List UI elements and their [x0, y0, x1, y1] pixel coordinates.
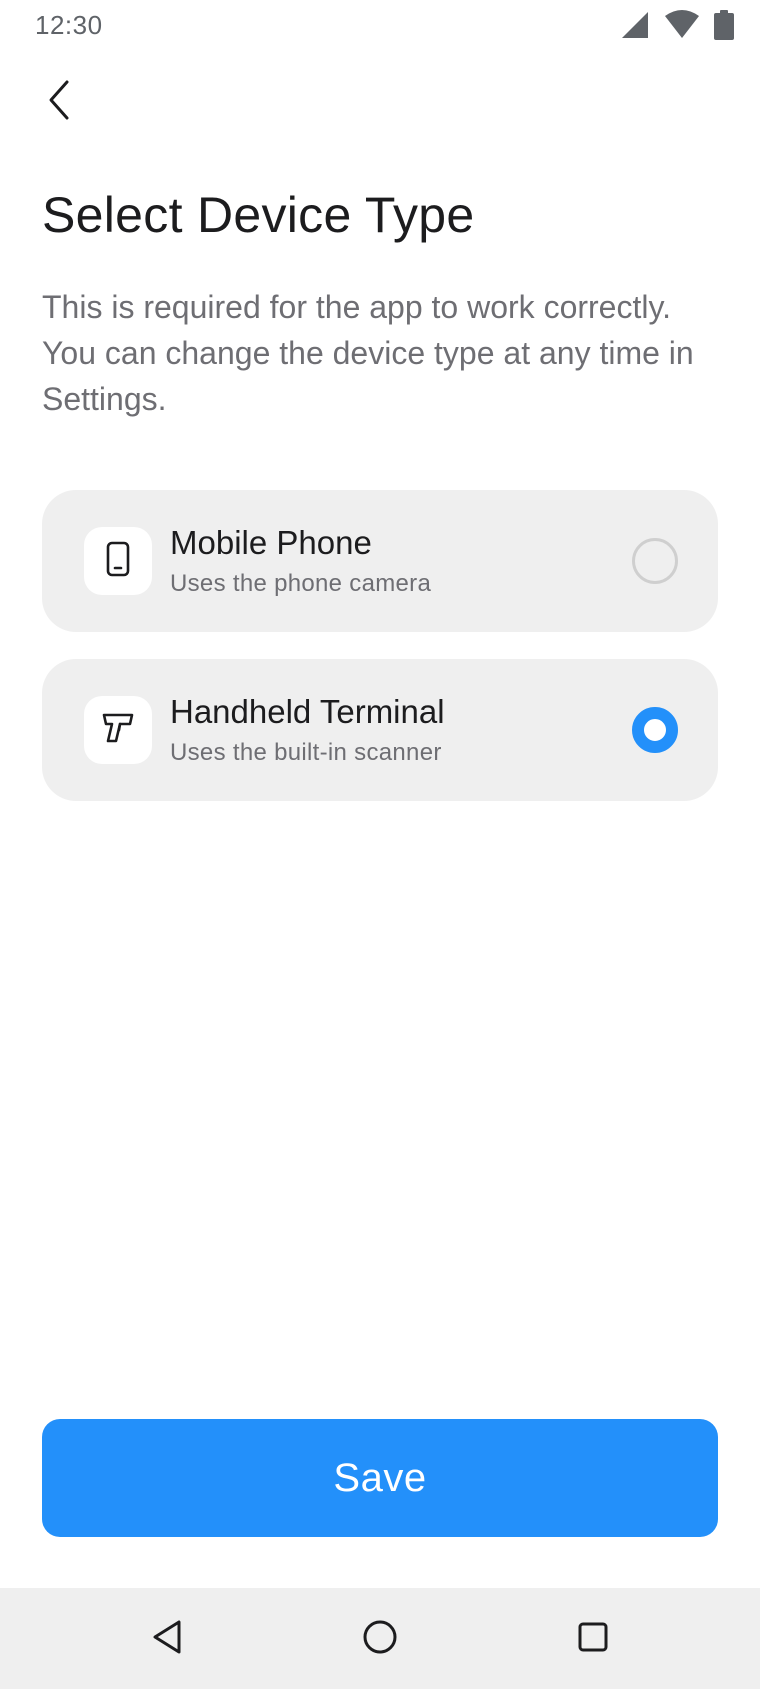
nav-home-icon [362, 1619, 398, 1660]
device-type-screen: 12:30 Select Device Type This is require… [0, 0, 760, 1689]
signal-icon [620, 10, 650, 40]
scanner-gun-icon [100, 710, 136, 751]
option-icon-container [84, 696, 152, 764]
option-title: Mobile Phone [170, 524, 372, 561]
option-icon-container [84, 527, 152, 595]
status-icons [620, 10, 734, 40]
save-button[interactable]: Save [42, 1419, 718, 1537]
smartphone-icon [103, 541, 133, 582]
nav-back-button[interactable] [144, 1616, 190, 1662]
radio-mobile-phone[interactable] [632, 538, 678, 584]
nav-home-button[interactable] [357, 1616, 403, 1662]
wifi-icon [664, 10, 700, 40]
nav-recent-icon [577, 1621, 609, 1658]
option-title: Handheld Terminal [170, 693, 445, 730]
back-button[interactable] [30, 72, 90, 132]
page-title: Select Device Type [42, 187, 475, 243]
option-description: Uses the built-in scanner [170, 739, 442, 766]
status-time: 12:30 [35, 10, 103, 40]
radio-handheld-terminal[interactable] [632, 707, 678, 753]
option-handheld-terminal[interactable]: Handheld Terminal Uses the built-in scan… [42, 659, 718, 801]
status-bar: 12:30 [0, 0, 760, 52]
chevron-left-icon [45, 78, 75, 127]
option-mobile-phone[interactable]: Mobile Phone Uses the phone camera [42, 490, 718, 632]
nav-back-icon [151, 1619, 183, 1660]
battery-icon [714, 10, 734, 40]
system-nav-bar [0, 1588, 760, 1689]
option-description: Uses the phone camera [170, 570, 432, 597]
nav-recent-button[interactable] [570, 1616, 616, 1662]
page-subtitle: This is required for the app to work cor… [42, 289, 694, 417]
